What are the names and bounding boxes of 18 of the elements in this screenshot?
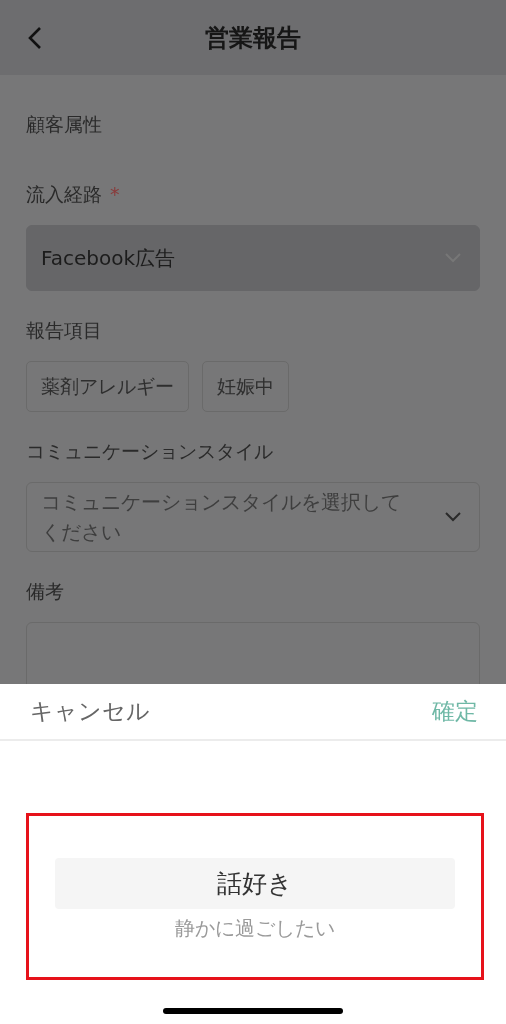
tag-chip[interactable]: 薬剤アレルギー bbox=[26, 361, 189, 412]
select-field[interactable]: Facebook広告 bbox=[26, 225, 480, 291]
field-label: 報告項目 bbox=[26, 319, 102, 341]
select-value: Facebook広告 bbox=[41, 245, 175, 272]
select-placeholder: コミュニケーションスタイルを選択してください bbox=[41, 489, 401, 546]
field-label: コミュニケーションスタイル bbox=[26, 440, 273, 462]
required-mark: * bbox=[110, 183, 120, 205]
confirm-button[interactable]: 確定 bbox=[432, 696, 478, 727]
field-label: 顧客属性 bbox=[26, 113, 102, 135]
field-label: 備考 bbox=[26, 580, 64, 602]
picker-option[interactable]: 静かに過ごしたい bbox=[55, 909, 455, 947]
chevron-down-icon bbox=[445, 512, 461, 522]
cancel-button[interactable]: キャンセル bbox=[30, 696, 150, 727]
tag-chip[interactable]: 妊娠中 bbox=[202, 361, 289, 412]
page-title: 営業報告 bbox=[205, 22, 301, 54]
field-label: 流入経路 bbox=[26, 183, 102, 205]
picker-option[interactable]: 話好き bbox=[55, 858, 455, 909]
select-field[interactable]: コミュニケーションスタイルを選択してください bbox=[26, 482, 480, 552]
